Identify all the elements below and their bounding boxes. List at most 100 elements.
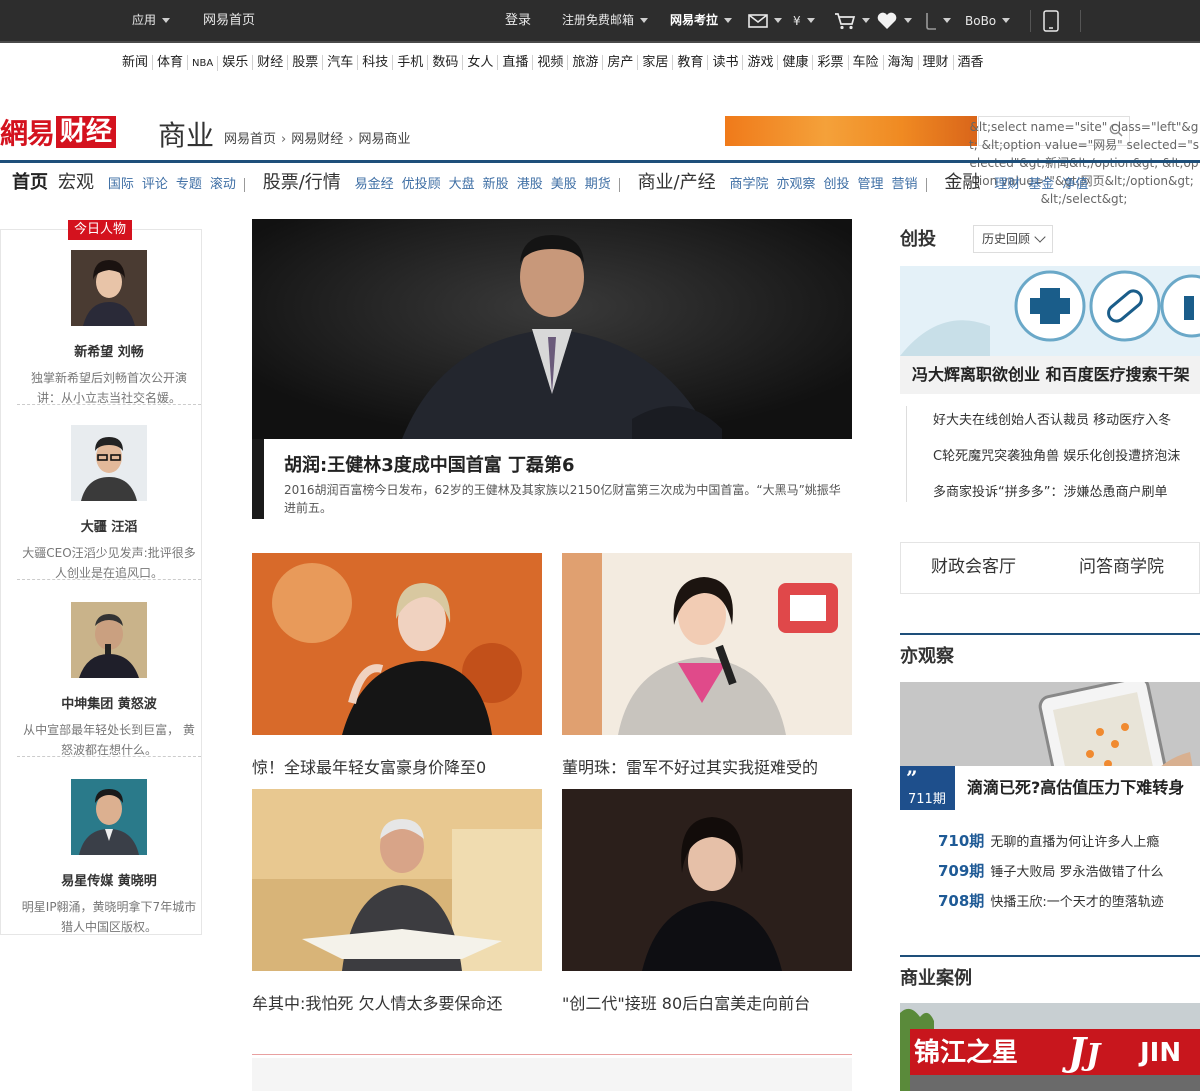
person-name[interactable]: 新希望 刘畅 — [17, 341, 201, 360]
news-link[interactable]: 多商家投诉“拼多多”：涉嫌怂恿商户刷单 — [933, 482, 1200, 518]
issue-item[interactable]: 710期 无聊的直播为何让许多人上瘾 — [938, 830, 1200, 860]
tab-qa-business-school[interactable]: 问答商学院 — [1079, 552, 1164, 577]
person-name[interactable]: 中坤集团 黄怒波 — [17, 693, 201, 712]
person-card[interactable]: 新希望 刘畅 独掌新希望后刘畅首次公开演讲：从小立志当社交名媛。 — [17, 250, 201, 408]
news-caption[interactable]: 董明珠：雷军不好过其实我挺难受的 — [562, 754, 852, 778]
channel-link[interactable]: 教育 — [673, 55, 709, 70]
person-desc[interactable]: 大疆CEO汪滔少见发声:批评很多人创业是在追风口。 — [17, 543, 201, 583]
subnav-link[interactable]: 期货 — [585, 173, 611, 192]
channel-link[interactable]: 直播 — [498, 55, 534, 70]
news-caption[interactable]: "创二代"接班 80后白富美走向前台 — [562, 990, 852, 1014]
person-desc[interactable]: 独掌新希望后刘畅首次公开演讲：从小立志当社交名媛。 — [17, 368, 201, 408]
channel-link[interactable]: 财经 — [253, 55, 289, 70]
issue-item[interactable]: 709期 锤子大败局 罗永浩做错了什么 — [938, 860, 1200, 890]
person-desc[interactable]: 明星IP翱涌，黄晓明拿下7年城市猎人中国区版权。 — [17, 897, 201, 937]
news-card[interactable]: "创二代"接班 80后白富美走向前台 — [562, 789, 852, 1014]
banner-ad[interactable] — [725, 116, 977, 146]
person-card[interactable]: 中坤集团 黄怒波 从中宣部最年轻处长到巨富， 黄怒波都在想什么。 — [17, 602, 201, 760]
subnav-link[interactable]: 营销 — [892, 173, 918, 192]
news-image[interactable] — [562, 553, 852, 735]
subnav-link[interactable]: 大盘 — [449, 173, 475, 192]
mobile-app-link[interactable] — [1040, 0, 1068, 41]
news-image[interactable] — [562, 789, 852, 971]
phone-menu[interactable] — [925, 0, 951, 41]
channel-link[interactable]: 游戏 — [743, 55, 779, 70]
subnav-home[interactable]: 首页 — [12, 168, 48, 194]
news-image[interactable] — [252, 789, 542, 971]
netease-finance-logo[interactable]: 網易 财经 — [0, 112, 117, 152]
chuangtou-title[interactable]: 创投 — [900, 225, 936, 251]
channel-link[interactable]: 房产 — [603, 55, 639, 70]
register-mail-menu[interactable]: 注册免费邮箱 — [562, 0, 649, 41]
subnav-link[interactable]: 商学院 — [729, 173, 768, 192]
news-image[interactable] — [252, 553, 542, 735]
news-caption[interactable]: 惊！全球最年轻女富豪身价降至0 — [252, 754, 542, 778]
subnav-link[interactable]: 港股 — [517, 173, 543, 192]
channel-link[interactable]: 手机 — [393, 55, 429, 70]
yiguancha-headline[interactable]: 滴滴已死?高估值压力下难转身 — [955, 766, 1200, 810]
subnav-macro[interactable]: 宏观 — [58, 168, 94, 194]
channel-link[interactable]: 彩票 — [813, 55, 849, 70]
breadcrumb-link[interactable]: 网易财经 — [291, 132, 343, 147]
kaola-menu[interactable]: 网易考拉 — [670, 0, 733, 41]
subnav-link[interactable]: 滚动 — [210, 173, 236, 192]
channel-link[interactable]: 股票 — [288, 55, 324, 70]
mail-menu[interactable] — [748, 0, 782, 41]
apps-menu[interactable]: 应用 — [132, 0, 171, 41]
subnav-link[interactable]: 基金 — [1028, 173, 1054, 192]
hero-desc[interactable]: 2016胡润百富榜今日发布，62岁的王健林及其家族以2150亿财富第三次成为中国… — [284, 481, 850, 517]
channel-link[interactable]: 视频 — [533, 55, 569, 70]
yiguancha-title[interactable]: 亦观察 — [900, 642, 954, 668]
channel-link[interactable]: 汽车 — [323, 55, 359, 70]
issue-item[interactable]: 708期 快播王欣:一个天才的堕落轨迹 — [938, 890, 1200, 920]
news-card[interactable]: 牟其中:我怕死 欠人情太多要保命还 — [252, 789, 542, 1014]
channel-link[interactable]: 读书 — [708, 55, 744, 70]
finance-menu[interactable]: ¥ — [793, 0, 815, 41]
breadcrumb-link[interactable]: 网易商业 — [358, 132, 410, 147]
favorites-menu[interactable] — [876, 0, 912, 41]
channel-link[interactable]: 旅游 — [568, 55, 604, 70]
subnav-business[interactable]: 商业/产经 — [638, 168, 716, 194]
cart-menu[interactable] — [834, 0, 870, 41]
subnav-link[interactable]: 理财 — [994, 173, 1020, 192]
channel-link[interactable]: 娱乐 — [218, 55, 254, 70]
subnav-link[interactable]: 净值 — [1062, 173, 1088, 192]
person-photo[interactable] — [71, 602, 147, 678]
news-card[interactable]: 董明珠：雷军不好过其实我挺难受的 — [562, 553, 852, 778]
subnav-link[interactable]: 创投 — [824, 173, 850, 192]
tab-fiscal-lounge[interactable]: 财政会客厅 — [931, 552, 1016, 577]
subnav-link[interactable]: 优投顾 — [402, 173, 441, 192]
chuangtou-image[interactable] — [900, 266, 1200, 356]
channel-link[interactable]: 科技 — [358, 55, 394, 70]
person-photo[interactable] — [71, 779, 147, 855]
person-desc[interactable]: 从中宣部最年轻处长到巨富， 黄怒波都在想什么。 — [17, 720, 201, 760]
subnav-link[interactable]: 新股 — [483, 173, 509, 192]
news-card[interactable]: 惊！全球最年轻女富豪身价降至0 — [252, 553, 542, 778]
bobo-menu[interactable]: BoBo — [965, 0, 1011, 41]
hero-article[interactable]: 胡润:王健林3度成中国首富 丁磊第6 2016胡润百富榜今日发布，62岁的王健林… — [252, 219, 852, 519]
subnav-link[interactable]: 管理 — [858, 173, 884, 192]
channel-link[interactable]: 体育 — [153, 55, 189, 70]
login-link[interactable]: 登录 — [505, 0, 531, 41]
subnav-link[interactable]: 易金经 — [355, 173, 394, 192]
person-name[interactable]: 易星传媒 黄晓明 — [17, 870, 201, 889]
channel-link[interactable]: NBA — [188, 56, 219, 71]
news-link[interactable]: C轮死魔咒突袭独角兽 娱乐化创投遭挤泡沫 — [933, 446, 1200, 482]
channel-link[interactable]: 理财 — [919, 55, 954, 70]
hero-image[interactable] — [252, 219, 852, 439]
channel-link[interactable]: 家居 — [638, 55, 674, 70]
history-review-dropdown[interactable]: 历史回顾 — [973, 225, 1053, 253]
channel-link[interactable]: 数码 — [428, 55, 464, 70]
subnav-link[interactable]: 美股 — [551, 173, 577, 192]
channel-link[interactable]: 健康 — [778, 55, 814, 70]
news-link[interactable]: 好大夫在线创始人否认裁员 移动医疗入冬 — [933, 410, 1200, 446]
cases-title[interactable]: 商业案例 — [900, 964, 972, 990]
subnav-stocks[interactable]: 股票/行情 — [263, 168, 341, 194]
channel-link[interactable]: 女人 — [463, 55, 499, 70]
person-photo[interactable] — [71, 250, 147, 326]
subnav-finance[interactable]: 金融 — [944, 168, 980, 194]
subnav-link[interactable]: 评论 — [142, 173, 168, 192]
subnav-link[interactable]: 国际 — [108, 173, 134, 192]
subnav-link[interactable]: 专题 — [176, 173, 202, 192]
channel-link[interactable]: 车险 — [849, 55, 884, 70]
